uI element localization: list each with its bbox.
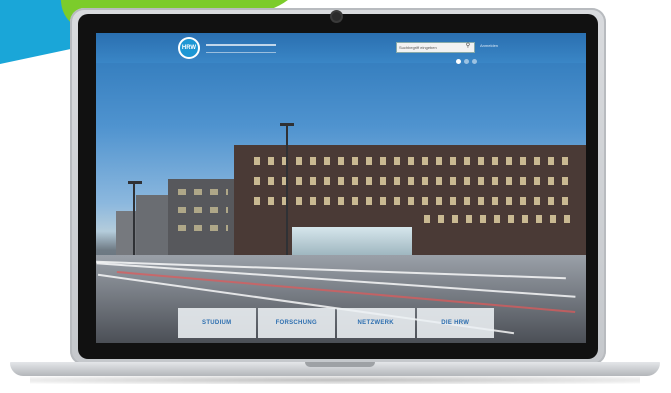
street-lamp bbox=[133, 183, 135, 255]
window-row bbox=[178, 207, 228, 213]
window-row bbox=[254, 197, 576, 205]
site-header: HRW Suchbegriff eingeben ⚲ Anmelden bbox=[96, 33, 586, 63]
slider-dot-icon[interactable] bbox=[456, 59, 461, 64]
slider-dot-icon[interactable] bbox=[472, 59, 477, 64]
hero-image bbox=[96, 33, 586, 343]
slider-dot-icon[interactable] bbox=[464, 59, 469, 64]
main-navigation: STUDIUM FORSCHUNG NETZWERK DIE HRW bbox=[178, 308, 496, 338]
laptop-shadow bbox=[30, 376, 640, 384]
camera-icon bbox=[332, 12, 341, 21]
language-switch[interactable] bbox=[456, 59, 477, 64]
website-screen: HRW Suchbegriff eingeben ⚲ Anmelden STUD… bbox=[96, 33, 586, 343]
distant-building bbox=[136, 195, 170, 255]
nav-item-studium[interactable]: STUDIUM bbox=[178, 308, 256, 338]
window-row bbox=[254, 157, 576, 165]
hrw-logo[interactable]: HRW bbox=[178, 37, 200, 59]
window-row bbox=[254, 177, 576, 185]
street-lamp-head bbox=[280, 123, 294, 126]
logo-wordmark bbox=[206, 44, 276, 53]
side-building bbox=[168, 179, 234, 255]
header-link[interactable]: Anmelden bbox=[480, 43, 498, 48]
window-row bbox=[178, 189, 228, 195]
window-row bbox=[424, 215, 576, 223]
nav-item-netzwerk[interactable]: NETZWERK bbox=[337, 308, 415, 338]
nav-item-die-hrw[interactable]: DIE HRW bbox=[416, 308, 494, 338]
window-row bbox=[178, 225, 228, 231]
street-lamp-head bbox=[128, 181, 142, 184]
street-lamp bbox=[286, 125, 288, 255]
laptop-notch bbox=[305, 362, 375, 367]
building-entrance bbox=[292, 227, 412, 255]
light-trail bbox=[96, 262, 576, 298]
search-icon[interactable]: ⚲ bbox=[464, 42, 472, 51]
nav-item-forschung[interactable]: FORSCHUNG bbox=[257, 308, 335, 338]
